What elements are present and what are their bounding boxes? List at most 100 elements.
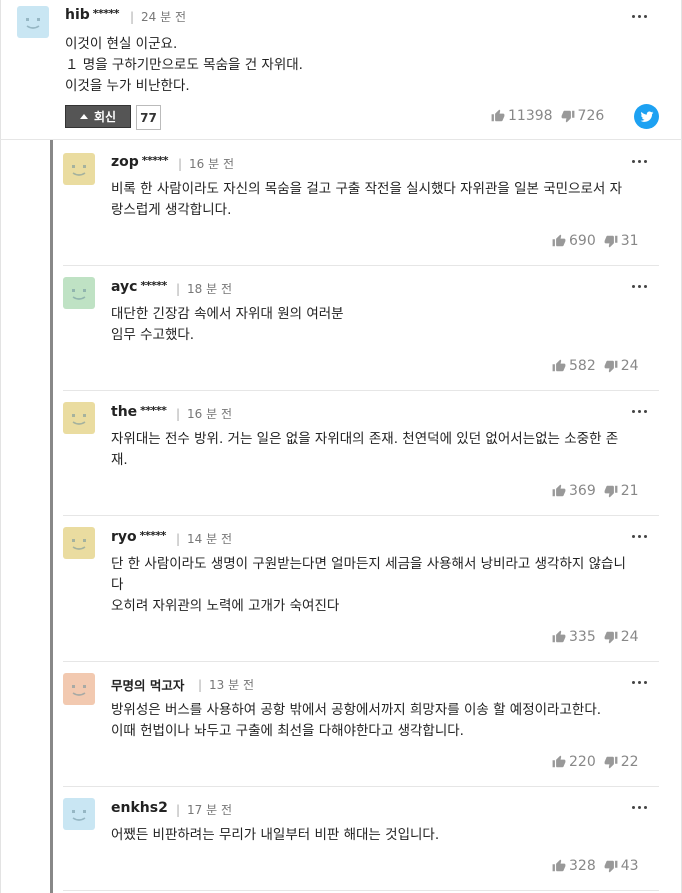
comment-line: 이때 헌법이나 놔두고 구출에 최선을 다해야한다고 생각합니다. [111,723,464,739]
dislike-button[interactable]: 31 [604,233,639,249]
comment-line: 대단한 긴장감 속에서 자위대 원의 여러분 [111,306,344,322]
reply-item: ryo ***** | 14 분 전 단 한 사람이라도 생명이 구원받는다면 얼마… [63,516,659,662]
dislike-button[interactable]: 22 [604,754,639,770]
thumbs-up-icon [552,359,566,372]
more-icon[interactable] [627,11,651,21]
like-button[interactable]: 369 [552,483,596,499]
vote-bar: 328 43 [552,858,639,874]
smiley-avatar-icon [63,673,95,705]
caret-up-icon [79,114,88,119]
comment-line: 방위성은 버스를 사용하여 공항 밖에서 공항에서까지 희망자를 이송 할 예정… [111,702,602,718]
thumbs-down-icon [604,235,618,248]
masked-id: ***** [139,529,167,542]
reply-button[interactable]: 회신 [65,105,131,128]
more-icon[interactable] [627,802,651,812]
comment-body: 대단한 긴장감 속에서 자위대 원의 여러분 임무 수고했다. [111,304,344,346]
username[interactable]: hib ***** [65,7,120,23]
vote-bar: 11398 726 [491,108,604,124]
timestamp: | 24 분 전 [130,10,187,24]
more-icon[interactable] [627,281,651,291]
smiley-avatar-icon [63,277,95,309]
thumbs-up-icon [552,859,566,872]
top-comment: hib ***** | 24 분 전 이것이 현실 이군요. １ 명을 구하기만으로… [0,0,682,140]
comment-line: 다 [111,577,124,593]
thread-line [50,140,53,893]
thumbs-up-icon [552,484,566,497]
username[interactable]: the ***** [111,404,167,420]
vote-bar: 582 24 [552,358,639,374]
reply-item: ayc ***** | 18 분 전 대단한 긴장감 속에서 자위대 원의 여러분 … [63,266,659,391]
thumbs-up-icon [552,234,566,247]
thumbs-down-icon [561,110,574,123]
comment-body: 방위성은 버스를 사용하여 공항 밖에서 공항에서까지 희망자를 이송 할 예정… [111,700,601,742]
like-button[interactable]: 335 [552,629,596,645]
reply-count: 77 [136,105,161,130]
more-icon[interactable] [627,677,651,687]
masked-id: ***** [141,154,169,167]
comment-line: 이것을 누가 비난한다. [65,78,190,94]
username[interactable]: zop ***** [111,154,169,170]
twitter-share-button[interactable] [634,104,659,129]
avatar [63,527,95,559]
dislike-button[interactable]: 726 [561,108,604,124]
comment-line: 어쨌든 비판하려는 무리가 내일부터 비판 해대는 것입니다. [111,827,440,843]
comment-body: 이것이 현실 이군요. １ 명을 구하기만으로도 목숨을 건 자위대. 이것을 … [65,34,303,97]
more-icon[interactable] [627,156,651,166]
vote-bar: 369 21 [552,483,639,499]
timestamp: | 13 분 전 [198,678,255,692]
more-icon[interactable] [627,531,651,541]
comment-line: 오히려 자위관의 노력에 고개가 숙여진다 [111,598,340,614]
timestamp: | 16 분 전 [176,407,233,421]
timestamp: | 18 분 전 [176,282,233,296]
avatar [17,6,49,38]
smiley-avatar-icon [63,402,95,434]
comment-body: 단 한 사람이라도 생명이 구원받는다면 얼마든지 세금을 사용해서 낭비라고 … [111,554,626,617]
username[interactable]: enkhs2 [111,800,171,816]
reply-item: the ***** | 16 분 전 자위대는 전수 방위. 거는 일은 없을 자위… [63,391,659,516]
more-icon[interactable] [627,406,651,416]
comment-line: １ 명을 구하기만으로도 목숨을 건 자위대. [65,57,303,73]
comment-line: 자위대는 전수 방위. 거는 일은 없을 자위대의 존재. 천연덕에 있던 없어… [111,431,619,447]
comment-body: 비록 한 사람이라도 자신의 목숨을 걸고 구출 작전을 실시했다 자위관을 일… [111,179,622,221]
comment-body: 자위대는 전수 방위. 거는 일은 없을 자위대의 존재. 천연덕에 있던 없어… [111,429,618,471]
like-button[interactable]: 11398 [491,108,553,124]
smiley-avatar-icon [63,798,95,830]
thumbs-up-icon [491,109,505,122]
like-button[interactable]: 328 [552,858,596,874]
like-button[interactable]: 582 [552,358,596,374]
comment-line: 랑스럽게 생각합니다. [111,202,232,218]
twitter-icon [640,110,653,122]
thumbs-down-icon [604,756,618,769]
thumbs-up-icon [552,630,566,643]
timestamp: | 14 분 전 [176,532,233,546]
like-button[interactable]: 220 [552,754,596,770]
dislike-button[interactable]: 24 [604,629,639,645]
avatar [63,673,95,705]
comment-line: 단 한 사람이라도 생명이 구원받는다면 얼마든지 세금을 사용해서 낭비라고 … [111,556,626,572]
smiley-avatar-icon [17,6,49,38]
thumbs-down-icon [604,631,618,644]
username[interactable]: ryo ***** [111,529,166,545]
smiley-avatar-icon [63,527,95,559]
dislike-button[interactable]: 21 [604,483,639,499]
reply-item: enkhs2 | 17 분 전 어쨌든 비판하려는 무리가 내일부터 비판 해대는… [63,787,659,891]
thumbs-down-icon [604,360,618,373]
thumbs-up-icon [552,755,566,768]
reply-item: zop ***** | 16 분 전 비록 한 사람이라도 자신의 목숨을 걸고 구… [63,140,659,266]
vote-bar: 335 24 [552,629,639,645]
dislike-button[interactable]: 43 [604,858,639,874]
username[interactable]: 무명의 먹고자 [111,675,187,694]
masked-id: ***** [92,7,120,20]
dislike-button[interactable]: 24 [604,358,639,374]
masked-id: ***** [140,279,167,292]
comment-body: 어쨌든 비판하려는 무리가 내일부터 비판 해대는 것입니다. [111,825,439,846]
like-button[interactable]: 690 [552,233,596,249]
comment-line: 비록 한 사람이라도 자신의 목숨을 걸고 구출 작전을 실시했다 자위관을 일… [111,181,623,197]
thumbs-down-icon [604,485,618,498]
username[interactable]: ayc ***** [111,279,167,295]
avatar [63,277,95,309]
comment-line: 재. [111,452,128,468]
vote-bar: 690 31 [552,233,639,249]
timestamp: | 16 분 전 [178,157,235,171]
timestamp: | 17 분 전 [176,803,233,817]
